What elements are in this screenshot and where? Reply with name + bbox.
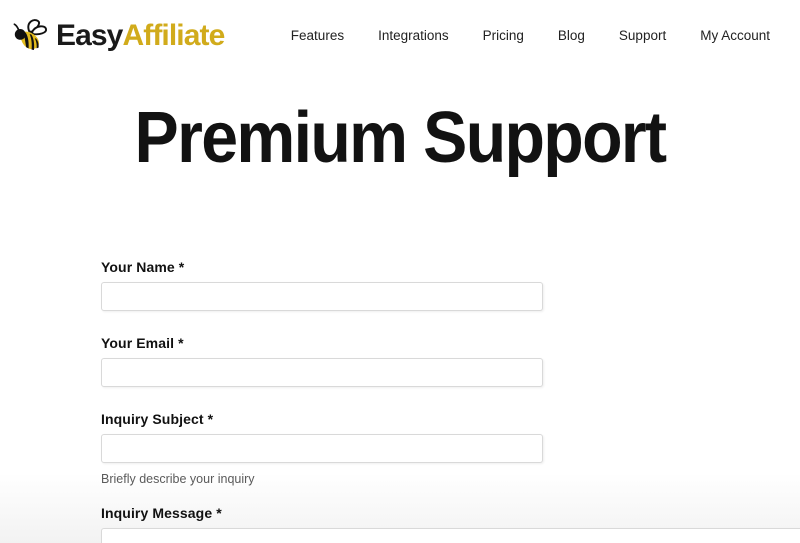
nav-item-support[interactable]: Support (602, 21, 683, 51)
nav-item-blog[interactable]: Blog (541, 21, 602, 51)
field-spacer (101, 387, 800, 412)
field-group-inquiry-subject: Inquiry Subject * Briefly describe your … (101, 412, 800, 486)
help-inquiry-subject: Briefly describe your inquiry (101, 472, 255, 486)
input-inquiry-subject[interactable] (101, 434, 543, 463)
field-group-inquiry-message: Inquiry Message * (101, 506, 800, 543)
bee-logo-icon (12, 18, 52, 54)
brand-text-primary: Easy (56, 19, 123, 52)
nav-item-integrations[interactable]: Integrations (361, 21, 466, 51)
field-spacer (101, 311, 800, 336)
input-your-name[interactable] (101, 282, 543, 311)
input-inquiry-message[interactable] (101, 527, 800, 543)
site-header: EasyAffiliate Features Integrations Pric… (0, 0, 800, 72)
nav-item-pricing[interactable]: Pricing (466, 21, 541, 51)
nav-item-my-account[interactable]: My Account (683, 21, 782, 51)
brand-text-accent: Affiliate (122, 19, 225, 52)
field-group-your-name: Your Name * (101, 260, 800, 311)
brand-logo-link[interactable]: EasyAffiliate (12, 18, 225, 54)
premium-support-form: Your Name * Your Email * Inquiry Subject… (0, 260, 800, 543)
page-title: Premium Support (134, 98, 668, 178)
main-navigation: Features Integrations Pricing Blog Suppo… (274, 21, 782, 51)
label-your-email: Your Email * (101, 335, 184, 351)
input-your-email[interactable] (101, 358, 543, 387)
brand-wordmark: EasyAffiliate (56, 19, 225, 52)
label-inquiry-message: Inquiry Message * (101, 504, 222, 521)
label-inquiry-subject: Inquiry Subject * (101, 411, 214, 427)
label-your-name: Your Name * (101, 259, 185, 275)
field-spacer (101, 486, 800, 506)
nav-item-features[interactable]: Features (274, 21, 361, 51)
field-group-your-email: Your Email * (101, 336, 800, 387)
